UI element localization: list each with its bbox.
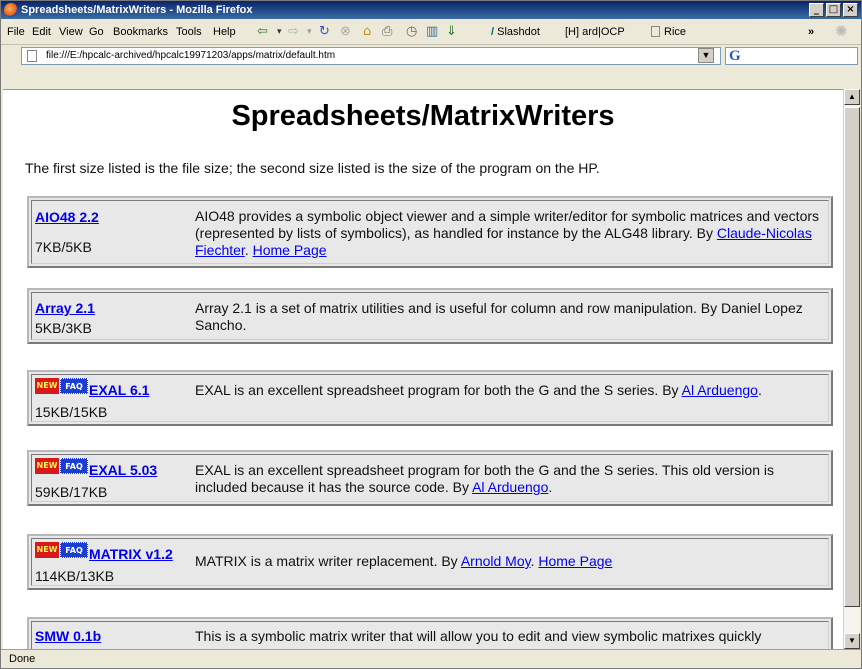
author-link[interactable]: Arnold Moy bbox=[461, 553, 531, 569]
entry-description: AIO48 provides a symbolic object viewer … bbox=[195, 208, 825, 259]
list-item: NEW FAQ MATRIX v1.2 114KB/13KB MATRIX is… bbox=[27, 534, 833, 590]
intro-text: The first size listed is the file size; … bbox=[25, 160, 600, 176]
new-badge-icon: NEW bbox=[35, 378, 59, 394]
page-content: Spreadsheets/MatrixWriters The first siz… bbox=[3, 89, 843, 649]
badges: NEW FAQ bbox=[35, 542, 88, 558]
page-title: Spreadsheets/MatrixWriters bbox=[231, 100, 615, 132]
bookmarks-overflow-icon[interactable]: » bbox=[808, 26, 814, 38]
google-search-icon[interactable]: G bbox=[729, 48, 741, 65]
badges: NEW FAQ bbox=[35, 378, 88, 394]
firefox-icon bbox=[4, 3, 18, 17]
entry-separator: . bbox=[244, 242, 253, 258]
badges: NEW FAQ bbox=[35, 458, 88, 474]
entry-link[interactable]: EXAL 6.1 bbox=[89, 382, 149, 398]
menu-bar: File Edit View Go Bookmarks Tools Help ⇦… bbox=[1, 19, 861, 45]
menu-help[interactable]: Help bbox=[213, 26, 236, 38]
entry-tail: . bbox=[548, 479, 553, 495]
bookmark-rice-label: Rice bbox=[664, 26, 687, 38]
list-item: SMW 0.1b This is a symbolic matrix write… bbox=[27, 617, 833, 649]
entry-description: MATRIX is a matrix writer replacement. B… bbox=[195, 553, 825, 570]
list-item: NEW FAQ EXAL 5.03 59KB/17KB EXAL is an e… bbox=[27, 450, 833, 506]
list-item: AIO48 2.2 7KB/5KB AIO48 provides a symbo… bbox=[27, 196, 833, 268]
url-text: file:///E:/hpcalc-archived/hpcalc1997120… bbox=[46, 50, 336, 61]
page-icon bbox=[651, 26, 660, 37]
home-page-link[interactable]: Home Page bbox=[538, 553, 612, 569]
entry-size: 15KB/15KB bbox=[35, 404, 108, 420]
faq-badge-icon[interactable]: FAQ bbox=[60, 458, 88, 474]
entry-size: 59KB/17KB bbox=[35, 484, 108, 500]
home-icon[interactable]: ⌂ bbox=[363, 24, 371, 40]
address-bar: file:///E:/hpcalc-archived/hpcalc1997120… bbox=[1, 45, 861, 67]
new-badge-icon: NEW bbox=[35, 542, 59, 558]
window-controls: _ □ × bbox=[809, 3, 858, 17]
url-input[interactable]: file:///E:/hpcalc-archived/hpcalc1997120… bbox=[21, 47, 721, 65]
entry-link[interactable]: MATRIX v1.2 bbox=[89, 546, 173, 562]
menu-tools[interactable]: Tools bbox=[176, 26, 202, 38]
entry-tail: . bbox=[757, 382, 762, 398]
menu-view[interactable]: View bbox=[59, 26, 83, 38]
menu-go[interactable]: Go bbox=[89, 26, 104, 38]
title-bar: Spreadsheets/MatrixWriters - Mozilla Fir… bbox=[1, 1, 861, 19]
scroll-down-icon[interactable]: ▼ bbox=[844, 633, 860, 649]
author-link[interactable]: Al Arduengo bbox=[472, 479, 548, 495]
bookmark-slashdot[interactable]: / Slashdot bbox=[491, 26, 540, 38]
entry-size: 5KB/3KB bbox=[35, 320, 92, 336]
entry-link[interactable]: AIO48 2.2 bbox=[35, 209, 99, 225]
window-title: Spreadsheets/MatrixWriters - Mozilla Fir… bbox=[21, 4, 253, 16]
entry-size: 114KB/13KB bbox=[35, 568, 115, 584]
bookmark-rice[interactable]: Rice bbox=[651, 26, 686, 38]
scroll-up-icon[interactable]: ▲ bbox=[844, 89, 860, 105]
page-icon bbox=[27, 50, 37, 62]
entry-description: This is a symbolic matrix writer that wi… bbox=[195, 628, 762, 644]
close-button[interactable]: × bbox=[843, 3, 858, 17]
minimize-button[interactable]: _ bbox=[809, 3, 824, 17]
faq-badge-icon[interactable]: FAQ bbox=[60, 378, 88, 394]
list-item: NEW FAQ EXAL 6.1 15KB/15KB EXAL is an ex… bbox=[27, 370, 833, 426]
bookmark-slashdot-label: Slashdot bbox=[497, 26, 540, 38]
status-bar: Done bbox=[1, 649, 861, 669]
menu-file[interactable]: File bbox=[7, 26, 25, 38]
search-input[interactable]: G bbox=[725, 47, 858, 65]
entry-link[interactable]: SMW 0.1b bbox=[35, 628, 101, 644]
home-page-link[interactable]: Home Page bbox=[253, 242, 327, 258]
menu-bookmarks[interactable]: Bookmarks bbox=[113, 26, 168, 38]
maximize-button[interactable]: □ bbox=[826, 3, 841, 17]
new-badge-icon: NEW bbox=[35, 458, 59, 474]
forward-icon[interactable]: ⇨ bbox=[288, 24, 299, 40]
back-dropdown-icon[interactable]: ▾ bbox=[277, 24, 282, 40]
url-dropdown-button[interactable]: ▼ bbox=[698, 48, 714, 63]
entry-link[interactable]: Array 2.1 bbox=[35, 300, 95, 316]
entry-description: Array 2.1 is a set of matrix utilities a… bbox=[195, 300, 803, 333]
stop-icon[interactable]: ⊗ bbox=[340, 24, 351, 40]
faq-badge-icon[interactable]: FAQ bbox=[60, 542, 88, 558]
entry-size: 7KB/5KB bbox=[35, 239, 92, 255]
scroll-thumb[interactable] bbox=[844, 107, 860, 607]
entry-description-text: EXAL is an excellent spreadsheet program… bbox=[195, 382, 682, 398]
bookmark-hardocp[interactable]: [H] ard|OCP bbox=[565, 26, 625, 38]
list-item: Array 2.1 5KB/3KB Array 2.1 is a set of … bbox=[27, 288, 833, 344]
bookmarks-icon[interactable]: ▥ bbox=[426, 24, 438, 40]
print-icon[interactable]: ⎙ bbox=[382, 24, 392, 40]
browser-window: Spreadsheets/MatrixWriters - Mozilla Fir… bbox=[0, 0, 862, 669]
entry-description-text: MATRIX is a matrix writer replacement. B… bbox=[195, 553, 461, 569]
bookmark-hardocp-label: [H] ard|OCP bbox=[565, 26, 625, 38]
entry-link[interactable]: EXAL 5.03 bbox=[89, 462, 157, 478]
back-icon[interactable]: ⇦ bbox=[257, 24, 268, 40]
downloads-icon[interactable]: ⇓ bbox=[446, 24, 457, 40]
author-link[interactable]: Al Arduengo bbox=[682, 382, 758, 398]
history-icon[interactable]: ◷ bbox=[406, 24, 417, 40]
vertical-scrollbar[interactable]: ▲ ▼ bbox=[843, 89, 860, 649]
entry-description: EXAL is an excellent spreadsheet program… bbox=[195, 462, 825, 496]
slashdot-icon: / bbox=[491, 26, 495, 38]
forward-dropdown-icon[interactable]: ▾ bbox=[307, 24, 312, 40]
entry-description: EXAL is an excellent spreadsheet program… bbox=[195, 382, 825, 399]
throbber-icon: ✺ bbox=[835, 23, 848, 40]
reload-icon[interactable]: ↻ bbox=[319, 24, 330, 40]
status-text: Done bbox=[9, 653, 36, 665]
menu-edit[interactable]: Edit bbox=[32, 26, 51, 38]
